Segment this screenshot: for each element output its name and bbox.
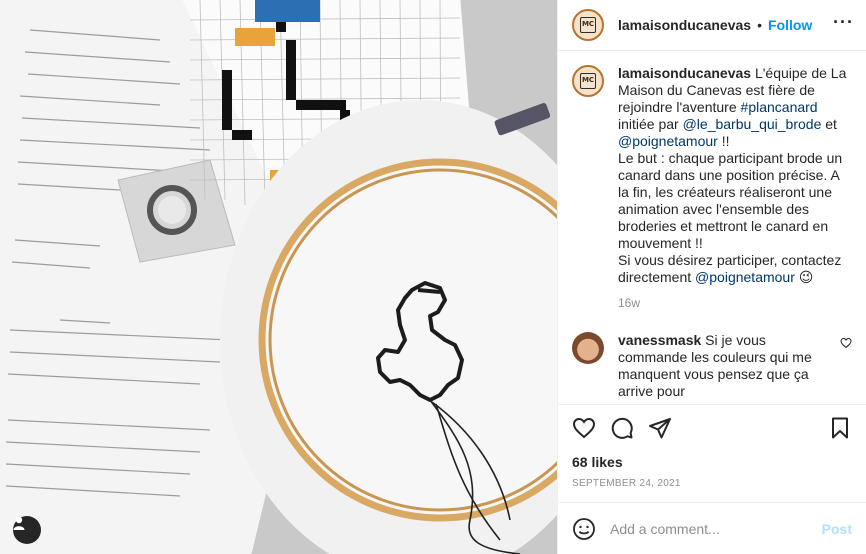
add-comment-bar: Post	[558, 502, 866, 554]
avatar[interactable]: MC	[572, 65, 604, 97]
user-icon[interactable]	[13, 516, 41, 544]
mention-link[interactable]: @poignetamour	[695, 269, 795, 285]
comment-like-heart-icon[interactable]	[840, 336, 852, 354]
caption-text-segment: initiée par	[618, 116, 683, 132]
likes-count[interactable]: 68 likes	[558, 450, 866, 474]
comments-list[interactable]: MC lamaisonducanevas L'équipe de La Mais…	[558, 51, 866, 404]
comment-item: vanessmask Si je vous commande les coule…	[572, 332, 852, 400]
caption-text-segment: et	[821, 116, 837, 132]
more-options-icon[interactable]: ···	[833, 13, 854, 33]
post-date[interactable]: SEPTEMBER 24, 2021	[558, 474, 866, 494]
follow-button[interactable]: Follow	[768, 17, 812, 33]
embroidery-photo	[0, 0, 557, 554]
avatar[interactable]: MC	[572, 9, 604, 41]
avatar[interactable]	[572, 332, 604, 364]
post-comment-button[interactable]: Post	[822, 521, 852, 537]
caption: MC lamaisonducanevas L'équipe de La Mais…	[572, 65, 852, 286]
mention-link[interactable]: @le_barbu_qui_brode	[683, 116, 822, 132]
caption-username[interactable]: lamaisonducanevas	[618, 65, 751, 81]
heart-icon[interactable]	[572, 416, 596, 440]
mention-link[interactable]: @poignetamour	[618, 133, 718, 149]
user-silhouette-icon	[13, 516, 25, 530]
post-header: MC lamaisonducanevas • Follow ···	[558, 0, 866, 51]
separator-dot: •	[757, 17, 762, 33]
caption-text: lamaisonducanevas L'équipe de La Maison …	[618, 65, 852, 286]
comment-username[interactable]: vanessmask	[618, 332, 701, 348]
brand-logo-icon: MC	[580, 17, 596, 33]
comment-icon[interactable]	[610, 416, 634, 440]
wink-emoji: 😉	[798, 269, 814, 285]
send-icon[interactable]	[648, 416, 672, 440]
caption-text-segment: !!	[717, 133, 730, 149]
brand-logo-icon: MC	[580, 73, 596, 89]
comment-text: vanessmask Si je vous commande les coule…	[618, 332, 852, 400]
header-username[interactable]: lamaisonducanevas	[618, 17, 751, 33]
comment-input[interactable]	[610, 520, 822, 537]
emoji-icon[interactable]	[572, 517, 596, 541]
action-bar	[558, 404, 866, 450]
post-photo[interactable]	[0, 0, 557, 554]
post-side-panel: MC lamaisonducanevas • Follow ··· MC lam…	[557, 0, 866, 554]
bookmark-icon[interactable]	[828, 416, 852, 440]
hashtag-link[interactable]: #plancanard	[741, 99, 818, 115]
caption-timestamp[interactable]: 16w	[618, 296, 852, 310]
caption-paragraph: Le but : chaque participant brode un can…	[618, 150, 843, 251]
